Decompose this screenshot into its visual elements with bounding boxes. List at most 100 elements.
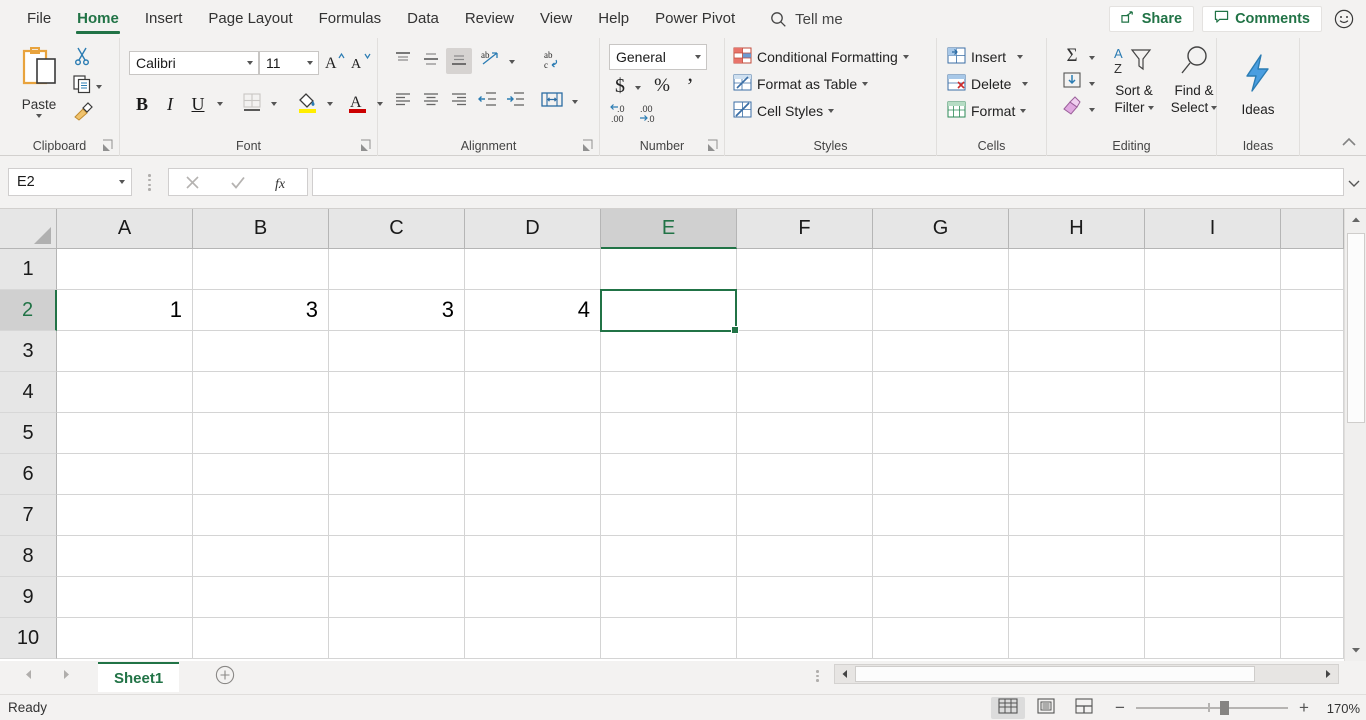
decrease-decimal-button[interactable]: .00.0 [638,102,666,128]
font-name-caret-icon[interactable] [242,61,258,65]
vertical-scrollbar-thumb[interactable] [1347,233,1365,423]
accounting-format-button[interactable]: $ [609,74,631,98]
cell-c8[interactable] [329,536,465,577]
cell-b6[interactable] [193,454,329,495]
cell-g1[interactable] [873,249,1009,290]
cell-e6[interactable] [601,454,737,495]
column-header-c[interactable]: C [329,209,465,249]
cancel-x-icon[interactable] [169,169,215,195]
cell-d7[interactable] [465,495,601,536]
cell-e5[interactable] [601,413,737,454]
column-header-g[interactable]: G [873,209,1009,249]
cell-h4[interactable] [1009,372,1145,413]
cell-g7[interactable] [873,495,1009,536]
increase-decimal-button[interactable]: .0.00 [609,102,637,128]
cell-g3[interactable] [873,331,1009,372]
cell-a2[interactable]: 1 [57,290,193,331]
clear-button[interactable] [1059,95,1085,120]
borders-button[interactable] [238,90,266,118]
smiley-face-icon[interactable] [1330,5,1358,33]
align-left-button[interactable] [390,88,416,114]
clear-caret-icon[interactable] [1085,102,1099,118]
merge-and-center-button[interactable] [538,88,566,116]
zoom-slider-knob[interactable] [1220,701,1229,715]
comma-style-button[interactable]: ’ [678,74,702,98]
cell-j6[interactable] [1281,454,1344,495]
cell-b10[interactable] [193,618,329,659]
cell-b2[interactable]: 3 [193,290,329,331]
cell-a5[interactable] [57,413,193,454]
cell-b3[interactable] [193,331,329,372]
cell-f10[interactable] [737,618,873,659]
comments-button[interactable]: Comments [1202,6,1322,32]
cell-styles-caret-icon[interactable] [828,109,835,113]
column-header-e[interactable]: E [601,209,737,249]
column-header-i[interactable]: I [1145,209,1281,249]
cell-i7[interactable] [1145,495,1281,536]
alignment-dialog-launcher[interactable] [582,139,595,152]
cell-e9[interactable] [601,577,737,618]
number-dialog-launcher[interactable] [707,139,720,152]
cell-f7[interactable] [737,495,873,536]
cell-d10[interactable] [465,618,601,659]
cell-d3[interactable] [465,331,601,372]
underline-button[interactable]: U [185,90,211,118]
ribbon-tab-home[interactable]: Home [64,0,132,38]
cell-d9[interactable] [465,577,601,618]
cell-e10[interactable] [601,618,737,659]
cell-h10[interactable] [1009,618,1145,659]
autosum-caret-icon[interactable] [1085,50,1099,66]
orientation-button[interactable]: ab [478,48,504,74]
align-right-button[interactable] [446,88,472,114]
cell-e8[interactable] [601,536,737,577]
page-layout-view-button[interactable] [1029,697,1063,719]
sheet-tab-splitter[interactable] [816,668,821,682]
cell-g4[interactable] [873,372,1009,413]
horizontal-scrollbar-thumb[interactable] [855,666,1255,682]
collapse-ribbon-button[interactable] [1340,135,1358,151]
paste-dropdown-caret-icon[interactable] [36,114,42,136]
cell-c10[interactable] [329,618,465,659]
cell-i1[interactable] [1145,249,1281,290]
percent-style-button[interactable]: % [650,74,674,98]
wrap-text-button[interactable]: ab c [538,48,566,76]
cell-b8[interactable] [193,536,329,577]
row-header-5[interactable]: 5 [0,413,57,454]
format-as-table-button[interactable]: Format as Table [733,73,869,95]
ribbon-tab-help[interactable]: Help [585,0,642,38]
ribbon-tab-page-layout[interactable]: Page Layout [195,0,305,38]
font-dialog-launcher[interactable] [360,139,373,152]
cell-a9[interactable] [57,577,193,618]
ideas-button[interactable]: Ideas [1229,52,1287,118]
cell-j5[interactable] [1281,413,1344,454]
page-break-preview-button[interactable] [1067,697,1101,719]
ribbon-tab-formulas[interactable]: Formulas [306,0,395,38]
underline-dropdown-caret-icon[interactable] [213,96,227,112]
column-header-h[interactable]: H [1009,209,1145,249]
paste-button[interactable]: Paste [10,44,68,135]
fill-color-dropdown-caret-icon[interactable] [323,96,337,112]
scroll-up-icon[interactable] [1345,209,1366,231]
formula-bar-grip[interactable] [148,172,154,192]
align-middle-button[interactable] [418,48,444,74]
cell-h9[interactable] [1009,577,1145,618]
scroll-right-icon[interactable] [1318,665,1338,683]
vertical-scrollbar[interactable] [1344,209,1366,661]
name-box[interactable]: E2 [8,168,132,196]
cell-a8[interactable] [57,536,193,577]
cell-h2[interactable] [1009,290,1145,331]
cell-g8[interactable] [873,536,1009,577]
grow-font-button[interactable]: A [323,50,347,76]
cell-c3[interactable] [329,331,465,372]
cell-a6[interactable] [57,454,193,495]
sheet-tab-sheet1[interactable]: Sheet1 [98,662,180,692]
conditional-formatting-button[interactable]: Conditional Formatting [733,46,909,68]
nav-prev-icon[interactable] [18,664,38,684]
cell-a10[interactable] [57,618,193,659]
insert-cells-button[interactable]: Insert [947,46,1024,68]
cell-d6[interactable] [465,454,601,495]
cell-b5[interactable] [193,413,329,454]
cell-f6[interactable] [737,454,873,495]
cell-j9[interactable] [1281,577,1344,618]
cell-e4[interactable] [601,372,737,413]
